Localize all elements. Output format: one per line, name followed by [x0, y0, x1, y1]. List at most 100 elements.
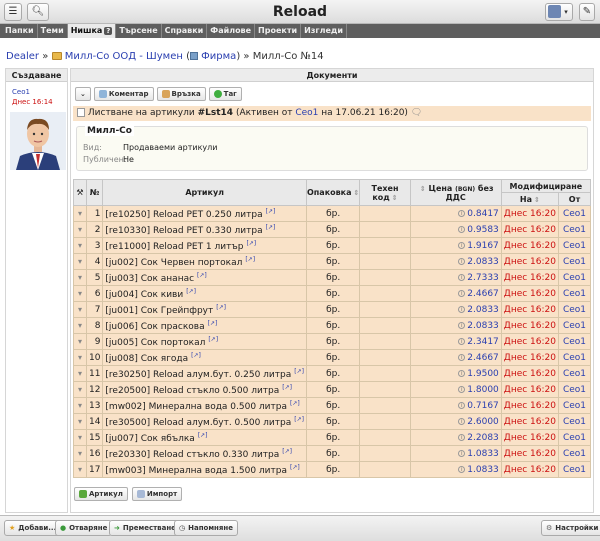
article-cell[interactable]: [re30250] Reload алум.бут. 0.250 литра [↗…	[102, 365, 307, 382]
table-row[interactable]: ▾ 5 [ju003] Сок ананас [↗] бр. i 2.7333 Днес 16…	[73, 269, 591, 286]
row-menu-cell[interactable]: ▾	[73, 413, 87, 430]
info-icon[interactable]: i	[458, 465, 466, 473]
table-row[interactable]: ▾ 12 [re20500] Reload стъкло 0.500 литра [↗…	[73, 381, 591, 398]
external-link-icon[interactable]: [↗]	[245, 256, 255, 263]
row-menu-cell[interactable]: ▾	[73, 461, 87, 478]
modified-by-cell[interactable]: Ceo1	[558, 205, 591, 222]
more-dropdown[interactable]: ⌄	[75, 87, 91, 101]
row-menu-cell[interactable]: ▾	[73, 285, 87, 302]
external-link-icon[interactable]: [↗]	[294, 368, 304, 375]
article-cell[interactable]: [re20330] Reload стъкло 0.330 литра [↗]	[102, 445, 307, 462]
info-icon[interactable]: i	[458, 289, 466, 297]
row-menu-cell[interactable]: ▾	[73, 205, 87, 222]
modified-by-cell[interactable]: Ceo1	[558, 429, 591, 446]
article-cell[interactable]: [ju005] Сок портокал [↗]	[102, 333, 307, 350]
info-icon[interactable]: i	[458, 353, 466, 361]
external-link-icon[interactable]: [↗]	[266, 208, 276, 215]
modified-on-header[interactable]: На ⇕	[500, 192, 560, 206]
breadcrumb-company[interactable]: Милл-Со ООД - Шумен	[65, 51, 183, 62]
table-row[interactable]: ▾ 3 [re11000] Reload PET 1 литър [↗] бр. i 1.9…	[73, 237, 591, 254]
row-menu-cell[interactable]: ▾	[73, 365, 87, 382]
table-row[interactable]: ▾ 1 [re10250] Reload PET 0.250 литра [↗] бр.…	[73, 205, 591, 222]
external-link-icon[interactable]: [↗]	[208, 336, 218, 343]
listing-status-user[interactable]: Ceo1	[295, 108, 318, 118]
article-cell[interactable]: [ju002] Сок Червен портокал [↗]	[102, 253, 307, 270]
modified-by-cell[interactable]: Ceo1	[558, 317, 591, 334]
tech-code-header[interactable]: Техен код ⇕	[359, 179, 411, 206]
modified-by-cell[interactable]: Ceo1	[558, 253, 591, 270]
remind-button[interactable]: ◷ Напомняне	[174, 520, 238, 536]
external-link-icon[interactable]: [↗]	[294, 416, 304, 423]
table-row[interactable]: ▾ 2 [re10330] Reload PET 0.330 литра [↗] бр.…	[73, 221, 591, 238]
external-link-icon[interactable]: [↗]	[208, 320, 218, 327]
table-row[interactable]: ▾ 13 [mw002] Минерална вода 0.500 литра [↗]…	[73, 397, 591, 414]
modified-by-cell[interactable]: Ceo1	[558, 397, 591, 414]
menu-files[interactable]: Файлове	[207, 24, 256, 38]
pack-header[interactable]: Опаковка ⇕	[305, 179, 361, 206]
info-icon[interactable]: i	[458, 273, 466, 281]
external-link-icon[interactable]: [↗]	[290, 464, 300, 471]
modified-by-cell[interactable]: Ceo1	[558, 445, 591, 462]
info-icon[interactable]: i	[458, 337, 466, 345]
external-link-icon[interactable]: [↗]	[290, 400, 300, 407]
menu-folders[interactable]: Папки	[2, 24, 38, 38]
table-row[interactable]: ▾ 15 [ju007] Сок ябълка [↗] бр. i 2.2083 Днес 1…	[73, 429, 591, 446]
row-menu-cell[interactable]: ▾	[73, 237, 87, 254]
external-link-icon[interactable]: [↗]	[282, 448, 292, 455]
modified-by-header[interactable]: От	[558, 192, 591, 206]
article-cell[interactable]: [ju003] Сок ананас [↗]	[102, 269, 307, 286]
info-icon[interactable]: i	[458, 401, 466, 409]
table-row[interactable]: ▾ 11 [re30250] Reload алум.бут. 0.250 литр…	[73, 365, 591, 382]
row-menu-cell[interactable]: ▾	[73, 429, 87, 446]
row-menu-cell[interactable]: ▾	[73, 333, 87, 350]
info-icon[interactable]: i	[458, 449, 466, 457]
profile-button[interactable]: ▾	[545, 3, 573, 21]
external-link-icon[interactable]: [↗]	[191, 352, 201, 359]
pin-button[interactable]: ✎	[579, 3, 595, 21]
breadcrumb-company-type[interactable]: Фирма	[201, 51, 236, 62]
row-menu-cell[interactable]: ▾	[73, 301, 87, 318]
open-button[interactable]: ● Отваряне	[55, 520, 113, 536]
info-icon[interactable]: i	[458, 369, 466, 377]
modified-by-cell[interactable]: Ceo1	[558, 365, 591, 382]
external-link-icon[interactable]: [↗]	[197, 272, 207, 279]
modified-by-cell[interactable]: Ceo1	[558, 349, 591, 366]
table-row[interactable]: ▾ 8 [ju006] Сок праскова [↗] бр. i 2.0833 Днес …	[73, 317, 591, 334]
external-link-icon[interactable]: [↗]	[216, 304, 226, 311]
article-cell[interactable]: [ju006] Сок праскова [↗]	[102, 317, 307, 334]
speech-bubble-icon[interactable]: 🗨︎	[411, 108, 422, 118]
add-button[interactable]: ★ Добави...	[4, 520, 62, 536]
article-cell[interactable]: [ju008] Сок ягода [↗]	[102, 349, 307, 366]
settings-button[interactable]: ⚙ Настройки	[541, 520, 600, 536]
row-menu-cell[interactable]: ▾	[73, 381, 87, 398]
comment-button[interactable]: Коментар	[93, 87, 154, 101]
row-menu-cell[interactable]: ▾	[73, 445, 87, 462]
article-cell[interactable]: [re11000] Reload PET 1 литър [↗]	[102, 237, 307, 254]
row-menu-cell[interactable]: ▾	[73, 317, 87, 334]
article-cell[interactable]: [re10250] Reload PET 0.250 литра [↗]	[102, 205, 307, 222]
info-icon[interactable]: i	[458, 305, 466, 313]
article-cell[interactable]: [ju007] Сок ябълка [↗]	[102, 429, 307, 446]
table-row[interactable]: ▾ 16 [re20330] Reload стъкло 0.330 литра [↗…	[73, 445, 591, 462]
price-header[interactable]: ⇕ Цена (BGN) без ДДС	[409, 179, 502, 206]
info-icon[interactable]: i	[458, 433, 466, 441]
external-link-icon[interactable]: [↗]	[246, 240, 256, 247]
breadcrumb-dealer[interactable]: Dealer	[6, 51, 39, 62]
table-row[interactable]: ▾ 4 [ju002] Сок Червен портокал [↗] бр. i 2.08…	[73, 253, 591, 270]
menu-thread[interactable]: Нишка?	[67, 24, 117, 38]
external-link-icon[interactable]: [↗]	[186, 288, 196, 295]
creator-name[interactable]: Ceo1	[12, 88, 67, 96]
menu-topics[interactable]: Теми	[38, 24, 68, 38]
row-menu-cell[interactable]: ▾	[73, 221, 87, 238]
info-icon[interactable]: i	[458, 241, 466, 249]
menu-views[interactable]: Изгледи	[301, 24, 347, 38]
info-icon[interactable]: i	[458, 209, 466, 217]
modified-by-cell[interactable]: Ceo1	[558, 461, 591, 478]
article-cell[interactable]: [re20500] Reload стъкло 0.500 литра [↗]	[102, 381, 307, 398]
article-cell[interactable]: [re30500] Reload алум.бут. 0.500 литра [↗…	[102, 413, 307, 430]
table-row[interactable]: ▾ 7 [ju001] Сок Грейпфрут [↗] бр. i 2.0833 Днес…	[73, 301, 591, 318]
no-header[interactable]: №	[85, 179, 104, 206]
info-icon[interactable]: i	[458, 321, 466, 329]
info-icon[interactable]: i	[458, 257, 466, 265]
modified-by-cell[interactable]: Ceo1	[558, 221, 591, 238]
